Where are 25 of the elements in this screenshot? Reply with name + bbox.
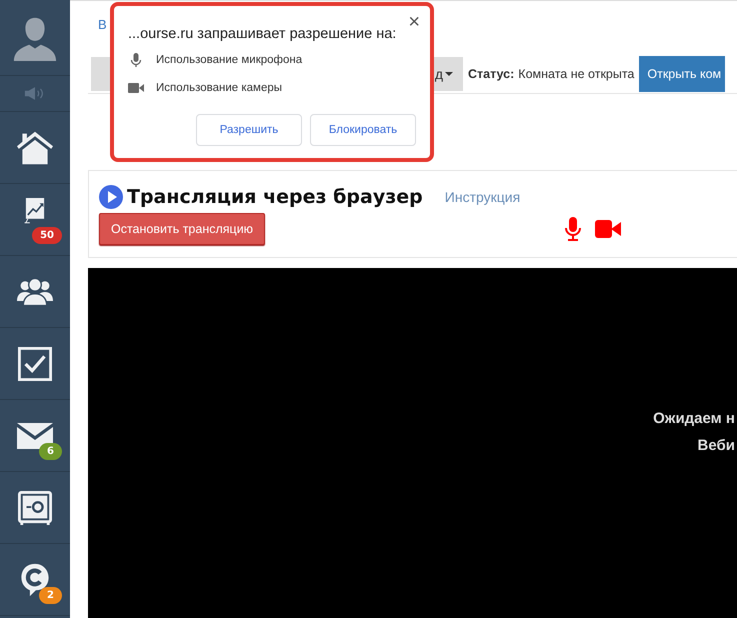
checkbox-icon[interactable] bbox=[17, 346, 53, 380]
permission-label: Использование микрофона bbox=[156, 54, 302, 66]
play-icon bbox=[99, 185, 123, 209]
permission-button[interactable]: Блокировать bbox=[310, 114, 416, 146]
instruction-link[interactable]: Инструкция bbox=[444, 189, 520, 205]
popup-title: ...ourse.ru запрашивает разрешение на: bbox=[128, 26, 396, 42]
safe-icon[interactable] bbox=[17, 490, 53, 524]
close-button[interactable]: × bbox=[408, 11, 420, 34]
camera-icon[interactable] bbox=[595, 220, 622, 238]
permission-label: Использование камеры bbox=[156, 82, 282, 94]
video-message: Ожидаем н bbox=[653, 410, 736, 427]
microphone-icon[interactable] bbox=[563, 217, 584, 241]
open-room-button[interactable]: Открыть ком bbox=[639, 56, 726, 92]
microphone-icon bbox=[128, 52, 144, 68]
camera-icon bbox=[128, 80, 144, 96]
broadcast-title: Трансляция через браузер bbox=[127, 186, 423, 208]
breadcrumb-link[interactable]: В bbox=[98, 17, 107, 32]
home-icon[interactable] bbox=[17, 130, 53, 164]
stop-broadcast-button[interactable]: Остановить трансляцию bbox=[99, 213, 266, 245]
count-badge: 50 bbox=[32, 227, 62, 244]
permission-button[interactable]: Разрешить bbox=[196, 114, 302, 146]
status-text: Статус: Комната не открыта bbox=[468, 67, 634, 81]
count-badge: 6 bbox=[39, 443, 62, 460]
count-badge: 2 bbox=[39, 587, 62, 604]
video-message: Веби bbox=[698, 437, 736, 454]
